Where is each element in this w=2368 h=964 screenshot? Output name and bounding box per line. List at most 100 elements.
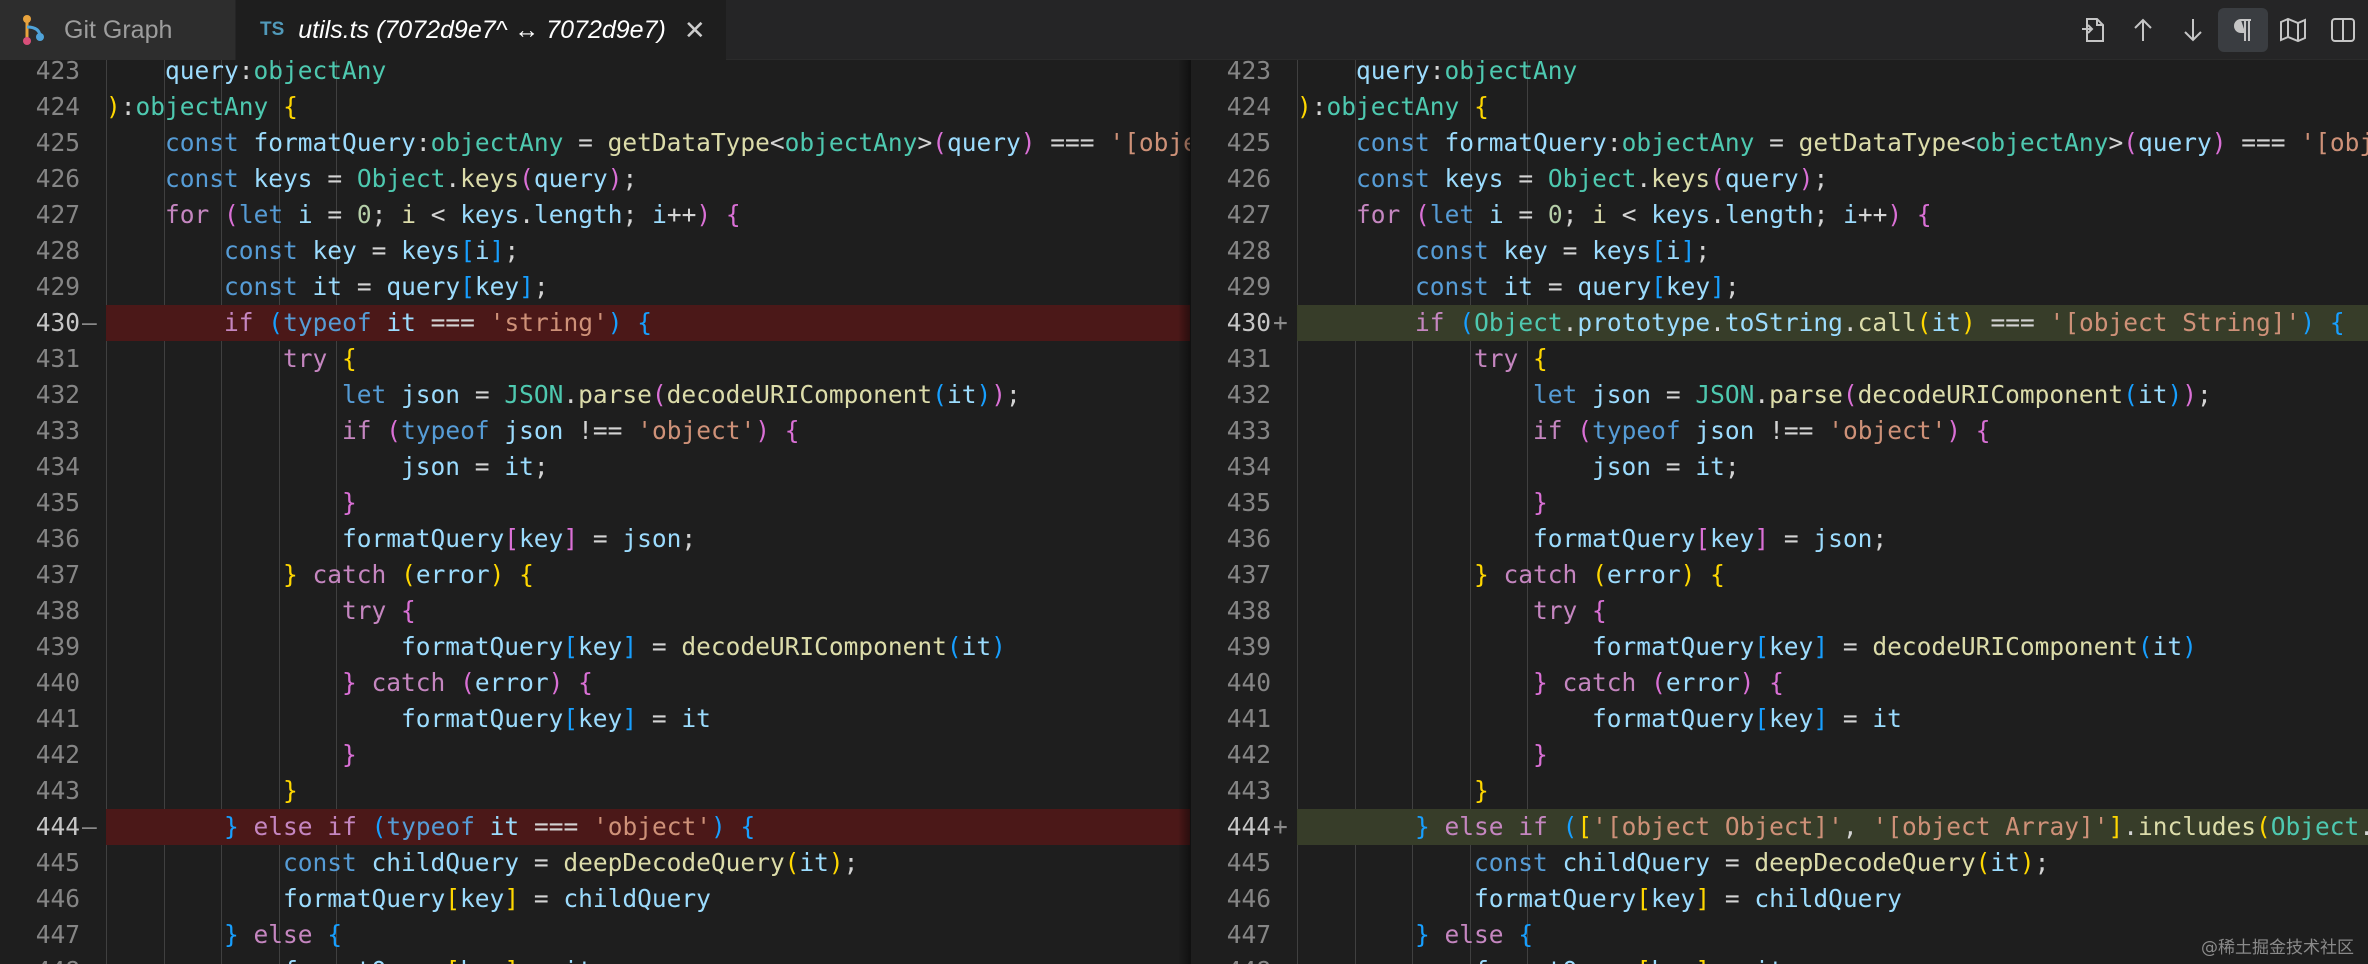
code-line[interactable]: 443 }: [0, 773, 1190, 809]
plus-icon: +: [1273, 812, 1288, 841]
line-code: ):objectAny {: [106, 92, 298, 121]
line-code: } catch (error) {: [1533, 668, 1784, 697]
line-code: }: [342, 488, 357, 517]
code-line[interactable]: 434 json = it;: [0, 449, 1190, 485]
line-number: 447: [1226, 920, 1271, 949]
code-line[interactable]: 442 }: [0, 737, 1190, 773]
code-line[interactable]: 441 formatQuery[key] = it: [0, 701, 1190, 737]
line-code: try {: [283, 344, 357, 373]
line-code: } catch (error) {: [342, 668, 593, 697]
line-number: 431: [35, 344, 80, 373]
code-line[interactable]: 437 } catch (error) {: [0, 557, 1190, 593]
code-line[interactable]: 445 const childQuery = deepDecodeQuery(i…: [0, 845, 1190, 881]
line-number: 428: [1226, 236, 1271, 265]
code-line[interactable]: 427 for (let i = 0; i < keys.length; i++…: [0, 197, 1190, 233]
open-file-button[interactable]: [2068, 8, 2118, 52]
code-line[interactable]: 439 formatQuery[key] = decodeURIComponen…: [0, 629, 1190, 665]
inserted-line[interactable]: 430 + if (Object.prototype.toString.call(…: [1191, 305, 2368, 341]
line-number: 446: [1226, 884, 1271, 913]
line-code: formatQuery[key] = decodeURIComponent(it…: [401, 632, 1006, 661]
typescript-icon: TS: [260, 19, 285, 40]
line-number: 447: [35, 920, 80, 949]
code-line[interactable]: 436 formatQuery[key] = json;: [0, 521, 1190, 557]
code-line[interactable]: 424):objectAny {: [0, 89, 1190, 125]
code-line[interactable]: 423 query:objectAny: [0, 60, 1190, 89]
code-line[interactable]: 427 for (let i = 0; i < keys.length; i++…: [1191, 197, 2368, 233]
code-line[interactable]: 437 } catch (error) {: [1191, 557, 2368, 593]
deleted-line[interactable]: 444— } else if (typeof it === 'object') …: [0, 809, 1190, 845]
code-line[interactable]: 431 try {: [1191, 341, 2368, 377]
code-line[interactable]: 441 formatQuery[key] = it: [1191, 701, 2368, 737]
line-code: } else if (['[object Object]', '[object …: [1297, 809, 2368, 845]
diff-original-pane[interactable]: 423 query:objectAny 424):objectAny {425 c…: [0, 60, 1190, 964]
code-line[interactable]: 440 } catch (error) {: [1191, 665, 2368, 701]
line-code: ):objectAny {: [1297, 92, 1489, 121]
code-line[interactable]: 423 query:objectAny: [1191, 60, 2368, 89]
code-line[interactable]: 428 const key = keys[i];: [0, 233, 1190, 269]
deleted-line[interactable]: 430— if (typeof it === 'string') {: [0, 305, 1190, 341]
code-line[interactable]: 424):objectAny {: [1191, 89, 2368, 125]
line-number: 448: [1191, 953, 1271, 964]
code-line[interactable]: 432 let json = JSON.parse(decodeURICompo…: [1191, 377, 2368, 413]
line-code: try {: [1533, 596, 1607, 625]
line-number: 442: [35, 740, 80, 769]
line-number: 443: [1226, 776, 1271, 805]
code-line[interactable]: 436 formatQuery[key] = json;: [1191, 521, 2368, 557]
code-line[interactable]: 438 try {: [0, 593, 1190, 629]
code-line[interactable]: 443 }: [1191, 773, 2368, 809]
line-number: 430: [35, 308, 80, 337]
code-line[interactable]: 434 json = it;: [1191, 449, 2368, 485]
code-line[interactable]: 446 formatQuery[key] = childQuery: [1191, 881, 2368, 917]
code-line[interactable]: 433 if (typeof json !== 'object') {: [1191, 413, 2368, 449]
line-code: const it = query[key];: [1415, 272, 1740, 301]
code-line[interactable]: 435 }: [0, 485, 1190, 521]
line-number: 444: [1226, 812, 1271, 841]
line-code: for (let i = 0; i < keys.length; i++) {: [1356, 200, 1932, 229]
line-number: 437: [35, 560, 80, 589]
line-code: const childQuery = deepDecodeQuery(it);: [283, 848, 859, 877]
line-number: 435: [1226, 488, 1271, 517]
code-line[interactable]: 447 } else {: [0, 917, 1190, 953]
line-code: formatQuery[key] = childQuery: [1474, 884, 1902, 913]
code-line[interactable]: 429 const it = query[key];: [1191, 269, 2368, 305]
tab-git-graph[interactable]: Git Graph: [0, 0, 236, 60]
pane-divider-shadow: [1178, 60, 1190, 964]
close-icon[interactable]: ✕: [684, 15, 706, 46]
code-line[interactable]: 439 formatQuery[key] = decodeURIComponen…: [1191, 629, 2368, 665]
code-line[interactable]: 426 const keys = Object.keys(query);: [1191, 161, 2368, 197]
code-line[interactable]: 433 if (typeof json !== 'object') {: [0, 413, 1190, 449]
inserted-line[interactable]: 444 + } else if (['[object Object]', '[ob…: [1191, 809, 2368, 845]
code-line[interactable]: 426 const keys = Object.keys(query);: [0, 161, 1190, 197]
line-code: formatQuery[key] = it: [106, 953, 1190, 964]
previous-change-button[interactable]: [2118, 8, 2168, 52]
split-editor-button[interactable]: [2318, 8, 2368, 52]
code-line[interactable]: 440 } catch (error) {: [0, 665, 1190, 701]
line-code: let json = JSON.parse(decodeURIComponent…: [342, 380, 1021, 409]
code-line[interactable]: 448 formatQuery[key] = it: [1191, 953, 2368, 964]
line-number: 433: [35, 416, 80, 445]
code-line[interactable]: 445 const childQuery = deepDecodeQuery(i…: [1191, 845, 2368, 881]
code-line[interactable]: 446 formatQuery[key] = childQuery: [0, 881, 1190, 917]
code-line[interactable]: 431 try {: [0, 341, 1190, 377]
code-line[interactable]: 448 formatQuery[key] = it: [0, 953, 1190, 964]
code-line[interactable]: 425 const formatQuery:objectAny = getDat…: [1191, 125, 2368, 161]
diff-modified-pane[interactable]: 423 query:objectAny 424):objectAny {425 c…: [1190, 60, 2368, 964]
open-changes-only-button[interactable]: [2268, 8, 2318, 52]
code-line[interactable]: 438 try {: [1191, 593, 2368, 629]
line-number: 441: [35, 704, 80, 733]
toggle-whitespace-button[interactable]: [2218, 8, 2268, 52]
code-line[interactable]: 425 const formatQuery:objectAny = getDat…: [0, 125, 1190, 161]
code-line[interactable]: 432 let json = JSON.parse(decodeURICompo…: [0, 377, 1190, 413]
tab-utils-diff[interactable]: TS utils.ts (7072d9e7^ ↔ 7072d9e7) ✕: [236, 0, 726, 60]
code-line[interactable]: 428 const key = keys[i];: [1191, 233, 2368, 269]
line-number: 441: [1226, 704, 1271, 733]
line-number: 439: [1226, 632, 1271, 661]
line-code: } catch (error) {: [283, 560, 534, 589]
code-line[interactable]: 447 } else {: [1191, 917, 2368, 953]
code-line[interactable]: 442 }: [1191, 737, 2368, 773]
next-change-button[interactable]: [2168, 8, 2218, 52]
code-line[interactable]: 435 }: [1191, 485, 2368, 521]
line-number: 434: [35, 452, 80, 481]
code-line[interactable]: 429 const it = query[key];: [0, 269, 1190, 305]
line-code: const key = keys[i];: [1415, 236, 1711, 265]
